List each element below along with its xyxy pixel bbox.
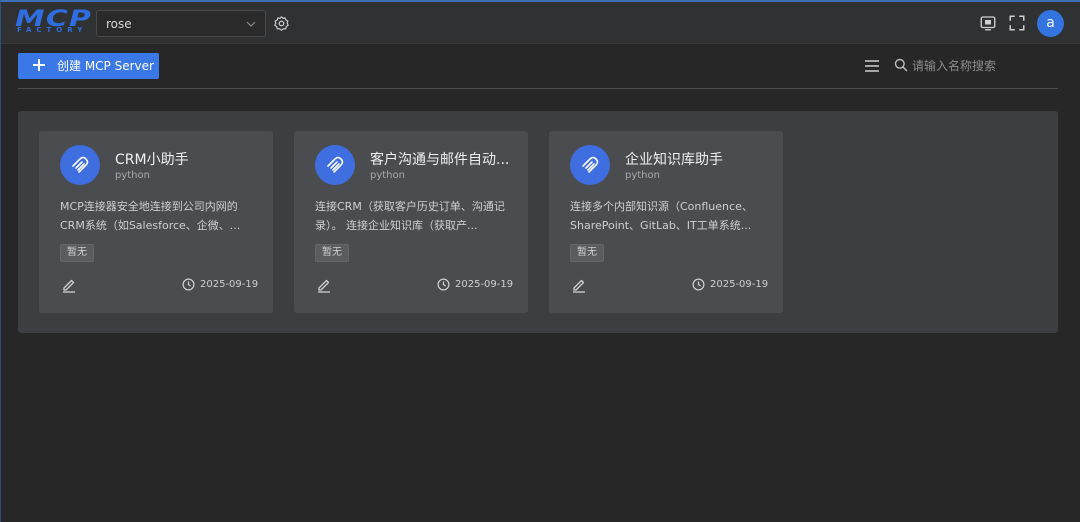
card-title: CRM小助手 — [115, 152, 189, 168]
card-title: 企业知识库助手 — [625, 152, 723, 168]
clock-icon — [182, 278, 195, 291]
card-description: 连接多个内部知识源（Confluence、SharePoint、GitLab、I… — [570, 200, 753, 232]
card-language: python — [625, 170, 660, 181]
server-card[interactable]: 企业知识库助手 python 连接多个内部知识源（Confluence、Shar… — [549, 131, 783, 313]
search-box — [894, 54, 1058, 78]
card-date: 2025-09-19 — [200, 279, 259, 290]
card-language: python — [370, 170, 405, 181]
mcp-server-icon — [570, 145, 610, 185]
clock-icon — [437, 278, 450, 291]
create-button-label: 创建 MCP Server — [57, 59, 154, 73]
clock-icon — [692, 278, 705, 291]
card-date: 2025-09-19 — [455, 279, 514, 290]
tenant-select-value: rose — [106, 17, 132, 31]
chevron-down-icon — [246, 21, 256, 27]
top-bar: MCP FACTORY rose a — [1, 2, 1080, 44]
card-description: MCP连接器安全地连接到公司内网的CRM系统（如Salesforce、企微、..… — [60, 200, 241, 232]
mcp-server-icon — [60, 145, 100, 185]
server-card[interactable]: CRM小助手 python MCP连接器安全地连接到公司内网的CRM系统（如Sa… — [39, 131, 273, 313]
tenant-select[interactable]: rose — [96, 10, 266, 37]
edit-icon[interactable] — [61, 277, 77, 293]
card-tag: 暂无 — [315, 244, 349, 262]
plus-icon — [33, 59, 45, 71]
create-mcp-server-button[interactable]: 创建 MCP Server — [18, 53, 159, 79]
card-title: 客户沟通与邮件自动... — [370, 152, 510, 168]
card-tag: 暂无 — [570, 244, 604, 262]
edit-icon[interactable] — [571, 277, 587, 293]
search-icon — [894, 58, 908, 72]
list-view-icon[interactable] — [864, 58, 880, 74]
screenshot-icon[interactable] — [979, 14, 997, 32]
card-language: python — [115, 170, 150, 181]
card-tag: 暂无 — [60, 244, 94, 262]
card-date: 2025-09-19 — [710, 279, 769, 290]
server-card[interactable]: 客户沟通与邮件自动... python 连接CRM（获取客户历史订单、沟通记录）… — [294, 131, 528, 313]
logo-subtext: FACTORY — [17, 26, 88, 34]
user-avatar[interactable]: a — [1037, 10, 1064, 37]
server-card-panel: CRM小助手 python MCP连接器安全地连接到公司内网的CRM系统（如Sa… — [18, 111, 1058, 333]
edit-icon[interactable] — [316, 277, 332, 293]
settings-icon[interactable] — [273, 15, 290, 32]
mcp-server-icon — [315, 145, 355, 185]
search-input[interactable] — [912, 55, 1052, 77]
mcp-factory-logo[interactable]: MCP FACTORY — [15, 7, 91, 37]
card-description: 连接CRM（获取客户历史订单、沟通记录）。 连接企业知识库（获取产... — [315, 200, 505, 232]
fullscreen-icon[interactable] — [1008, 14, 1026, 32]
toolbar-divider — [18, 88, 1058, 89]
